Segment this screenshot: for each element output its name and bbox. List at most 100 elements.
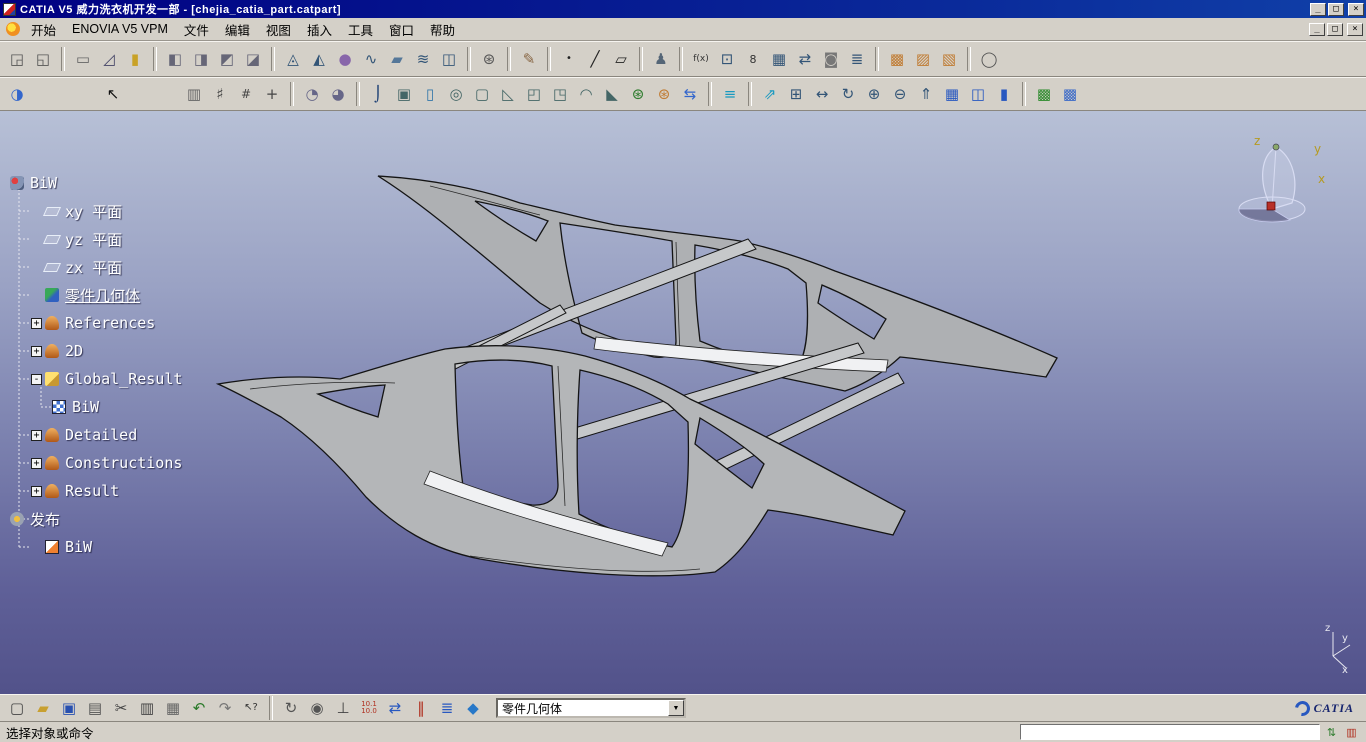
tree-item[interactable]: + Constructions bbox=[6, 449, 246, 477]
power-input-toggle-icon[interactable]: ⇅ bbox=[1323, 724, 1340, 741]
fillet-icon[interactable]: ◠ bbox=[573, 81, 599, 107]
tree-item[interactable]: zx 平面 bbox=[6, 253, 246, 281]
fly-mode-icon[interactable]: ⇗ bbox=[757, 81, 783, 107]
power-copy-icon[interactable]: ⇄ bbox=[792, 46, 818, 72]
sweep-surface-icon[interactable]: ∿ bbox=[358, 46, 384, 72]
grid-icon[interactable]: ♯ bbox=[207, 81, 233, 107]
blend-surface-icon[interactable]: ≋ bbox=[410, 46, 436, 72]
render-style-icon[interactable]: ▮ bbox=[991, 81, 1017, 107]
rotate-icon[interactable]: ↻ bbox=[835, 81, 861, 107]
measure-ruler-icon[interactable]: ▭ bbox=[70, 46, 96, 72]
catalog-box-icon[interactable]: ▩ bbox=[884, 46, 910, 72]
point-icon[interactable]: • bbox=[556, 46, 582, 72]
tree-item[interactable]: yz 平面 bbox=[6, 225, 246, 253]
update-gear-orange-icon[interactable]: ⊛ bbox=[651, 81, 677, 107]
material-sphere-icon[interactable]: ◕ bbox=[325, 81, 351, 107]
select-arrow-icon[interactable]: ↖ bbox=[100, 81, 126, 107]
parameters-icon[interactable]: 8 bbox=[740, 46, 766, 72]
snap-point-checker-icon[interactable]: ▩ bbox=[1057, 81, 1083, 107]
reorder-list-icon[interactable]: ≣ bbox=[844, 46, 870, 72]
scale-values-icon[interactable]: 10.1 10.0 bbox=[356, 695, 382, 721]
plane-icon[interactable]: ▱ bbox=[608, 46, 634, 72]
mass-properties-icon[interactable]: ▮ bbox=[122, 46, 148, 72]
tree-item[interactable]: - Global_Result bbox=[6, 365, 246, 393]
menu-item[interactable]: 窗口 bbox=[381, 17, 422, 42]
menu-item[interactable]: 插入 bbox=[299, 17, 340, 42]
mdi-restore-button[interactable]: □ bbox=[1327, 23, 1343, 36]
save-icon[interactable]: ▣ bbox=[56, 695, 82, 721]
extrude-surface-icon[interactable]: ◬ bbox=[280, 46, 306, 72]
active-body-combo[interactable]: 零件几何体 ▼ bbox=[496, 698, 686, 718]
orbit-hand-icon[interactable]: ◉ bbox=[304, 695, 330, 721]
lock-icon[interactable]: ◙ bbox=[818, 46, 844, 72]
open-document-icon[interactable]: ▰ bbox=[30, 695, 56, 721]
new-document-icon[interactable]: ▢ bbox=[4, 695, 30, 721]
pan-icon[interactable]: ↔ bbox=[809, 81, 835, 107]
cylinder-icon[interactable]: ▯ bbox=[417, 81, 443, 107]
offset-surface-icon[interactable]: ◫ bbox=[436, 46, 462, 72]
undo-icon[interactable]: ↶ bbox=[186, 695, 212, 721]
formula-fx-icon[interactable]: f(x) bbox=[688, 46, 714, 72]
menu-item[interactable]: 文件 bbox=[176, 17, 217, 42]
pad-icon[interactable]: ◰ bbox=[521, 81, 547, 107]
synchronize-icon[interactable]: ↻ bbox=[278, 695, 304, 721]
zoom-in-icon[interactable]: ⊕ bbox=[861, 81, 887, 107]
cut-icon[interactable]: ✂ bbox=[108, 695, 134, 721]
sketch-icon[interactable]: ⌡ bbox=[365, 81, 391, 107]
tree-item[interactable]: + References bbox=[6, 309, 246, 337]
menu-item[interactable]: ENOVIA V5 VPM bbox=[64, 19, 176, 39]
pocket-icon[interactable]: ◳ bbox=[547, 81, 573, 107]
macro-clipboard-icon[interactable]: ▥ bbox=[181, 81, 207, 107]
command-list-icon[interactable]: ▥ bbox=[1343, 724, 1360, 741]
mdi-close-button[interactable]: × bbox=[1347, 23, 1363, 36]
update-part-icon[interactable]: ⇄ bbox=[382, 695, 408, 721]
mdi-minimize-button[interactable]: _ bbox=[1309, 23, 1325, 36]
normal-view-icon[interactable]: ⇑ bbox=[913, 81, 939, 107]
fit-all-icon[interactable]: ⊞ bbox=[783, 81, 809, 107]
sketcher-pencil-icon[interactable]: ✎ bbox=[516, 46, 542, 72]
tree-item[interactable]: xy 平面 bbox=[6, 197, 246, 225]
chamfer-icon[interactable]: ◣ bbox=[599, 81, 625, 107]
snap-grid-icon[interactable]: # bbox=[233, 81, 259, 107]
start-workbench-icon[interactable] bbox=[6, 22, 20, 36]
paste-icon[interactable]: ▦ bbox=[160, 695, 186, 721]
fill-surface-icon[interactable]: ▰ bbox=[384, 46, 410, 72]
layers-icon[interactable]: ≡ bbox=[717, 81, 743, 107]
view-compass[interactable]: z y x bbox=[1239, 134, 1325, 222]
tree-item[interactable]: BiW bbox=[6, 393, 246, 421]
menu-item[interactable]: 帮助 bbox=[422, 17, 463, 42]
enovia-open-icon[interactable]: ◲ bbox=[4, 46, 30, 72]
tree-expander[interactable]: - bbox=[31, 374, 42, 385]
tree-item[interactable]: + Detailed bbox=[6, 421, 246, 449]
component-box-icon[interactable]: ▧ bbox=[936, 46, 962, 72]
knowledge-diamond-icon[interactable]: ◆ bbox=[460, 695, 486, 721]
tree-expander[interactable]: + bbox=[31, 458, 42, 469]
constraint-icon[interactable]: ‖ bbox=[408, 695, 434, 721]
session-user-icon[interactable]: ♟ bbox=[648, 46, 674, 72]
axis-target-icon[interactable]: + bbox=[259, 81, 285, 107]
wedge-icon[interactable]: ◺ bbox=[495, 81, 521, 107]
work-support-checker-icon[interactable]: ▩ bbox=[1031, 81, 1057, 107]
combo-dropdown-arrow-icon[interactable]: ▼ bbox=[668, 700, 684, 716]
wireframe-view-icon[interactable]: ◨ bbox=[188, 46, 214, 72]
menu-item[interactable]: 工具 bbox=[340, 17, 381, 42]
update-gear-green-icon[interactable]: ⊛ bbox=[625, 81, 651, 107]
close-button[interactable]: × bbox=[1348, 3, 1364, 16]
menu-item[interactable]: 编辑 bbox=[217, 17, 258, 42]
tree-item[interactable]: BiW bbox=[6, 169, 246, 197]
library-box-icon[interactable]: ▨ bbox=[910, 46, 936, 72]
tree-item[interactable]: + 2D bbox=[6, 337, 246, 365]
spec-list-icon[interactable]: ≣ bbox=[434, 695, 460, 721]
graphic-properties-icon[interactable]: ◑ bbox=[4, 81, 30, 107]
revolve-surface-icon[interactable]: ◭ bbox=[306, 46, 332, 72]
knowledge-rule-icon[interactable]: ⊡ bbox=[714, 46, 740, 72]
perspective-view-icon[interactable]: ◪ bbox=[240, 46, 266, 72]
hidden-line-icon[interactable]: ◩ bbox=[214, 46, 240, 72]
shaded-view-icon[interactable]: ◧ bbox=[162, 46, 188, 72]
multi-view-icon[interactable]: ▦ bbox=[939, 81, 965, 107]
box-icon[interactable]: ▢ bbox=[469, 81, 495, 107]
viewport-3d[interactable]: z y x z y x BiW bbox=[0, 111, 1366, 694]
zoom-out-icon[interactable]: ⊖ bbox=[887, 81, 913, 107]
compass-pivot-dot[interactable] bbox=[1273, 144, 1279, 150]
torus-icon[interactable]: ◯ bbox=[976, 46, 1002, 72]
